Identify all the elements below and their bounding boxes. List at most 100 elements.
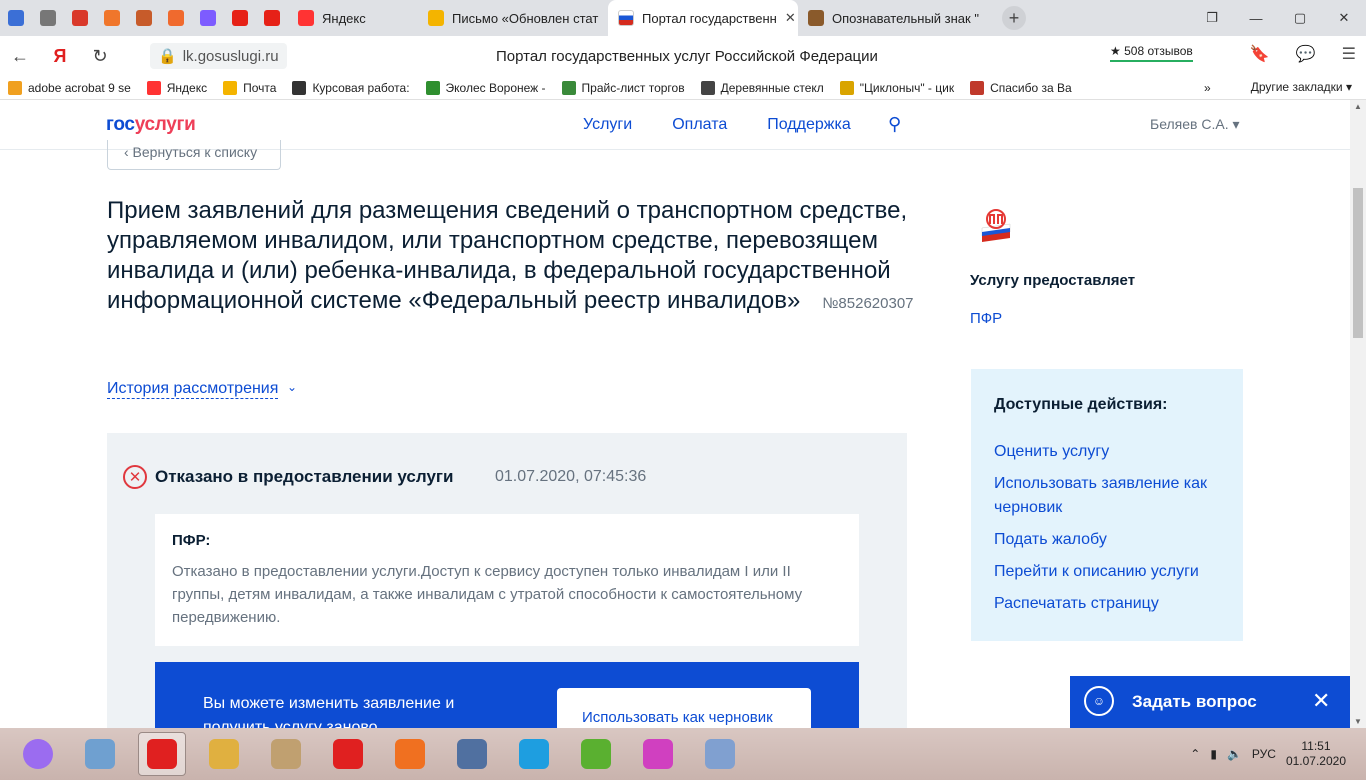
bookmark-item[interactable]: "Циклоныч" - цик: [832, 80, 962, 95]
pinned-tab[interactable]: [192, 0, 224, 36]
close-tab-icon[interactable]: ✕: [785, 10, 796, 26]
nav-payment[interactable]: Оплата: [672, 116, 727, 134]
back-arrow-icon[interactable]: ←: [0, 36, 40, 76]
taskbar-app[interactable]: [386, 732, 434, 776]
chevron-down-icon[interactable]: ⌄: [287, 380, 297, 394]
action-description[interactable]: Перейти к описанию услуги: [994, 560, 1234, 584]
user-menu[interactable]: Беляев С.А. ▾: [1150, 116, 1240, 133]
use-as-draft-button[interactable]: Использовать как черновик: [557, 688, 811, 728]
provider-link[interactable]: ПФР: [970, 310, 1002, 327]
taskbar-app[interactable]: [76, 732, 124, 776]
nav-services[interactable]: Услуги: [583, 116, 632, 134]
minimize-icon[interactable]: —: [1234, 0, 1278, 36]
taskbar-app[interactable]: [138, 732, 186, 776]
maximize-icon[interactable]: ▢: [1278, 0, 1322, 36]
clock-date: 01.07.2020: [1285, 754, 1346, 768]
taskbar-app[interactable]: [200, 732, 248, 776]
scroll-down-icon[interactable]: ▼: [1354, 717, 1362, 726]
pinned-tab[interactable]: [224, 0, 256, 36]
pinned-site-icon: [8, 10, 24, 26]
actions-header: Доступные действия:: [994, 396, 1168, 413]
tab-mail[interactable]: Письмо «Обновлен стат: [418, 0, 608, 36]
bookmark-item[interactable]: Эколес Воронеж -: [418, 80, 554, 95]
scroll-up-icon[interactable]: ▲: [1354, 102, 1362, 111]
bookmark-icon: [561, 80, 576, 95]
history-toggle[interactable]: История рассмотрения: [107, 380, 279, 399]
pinned-tab[interactable]: [32, 0, 64, 36]
search-icon[interactable]: ⚲: [888, 114, 901, 135]
pinned-site-icon: [136, 10, 152, 26]
network-icon[interactable]: ▮: [1210, 747, 1217, 761]
pinned-tab[interactable]: [128, 0, 160, 36]
other-bookmarks[interactable]: Другие закладки ▾: [1251, 80, 1352, 94]
taskbar-app[interactable]: [696, 732, 744, 776]
app-icon: [705, 739, 735, 769]
action-use-as-draft[interactable]: Использовать заявление как черновик: [994, 472, 1234, 520]
nav-support[interactable]: Поддержка: [767, 116, 850, 134]
pinned-site-icon: [40, 10, 56, 26]
pinned-tab[interactable]: [256, 0, 288, 36]
extension-icon[interactable]: 💬: [1296, 44, 1316, 64]
bookmark-item[interactable]: adobe acrobat 9 se: [0, 80, 139, 95]
pinned-site-icon: [264, 10, 280, 26]
app-icon: [581, 739, 611, 769]
new-tab-button[interactable]: +: [1002, 6, 1026, 30]
request-number: №852620307: [822, 295, 914, 312]
yandex-icon: [298, 10, 314, 26]
bookmark-icon: [425, 80, 440, 95]
pinned-tab[interactable]: [0, 0, 32, 36]
app-icon: [333, 739, 363, 769]
clock[interactable]: 11:51 01.07.2020: [1286, 739, 1346, 769]
pinned-tab[interactable]: [64, 0, 96, 36]
bookmark-item[interactable]: Спасибо за Ва: [962, 80, 1080, 95]
action-complain[interactable]: Подать жалобу: [994, 528, 1234, 552]
volume-icon[interactable]: 🔈: [1227, 747, 1242, 761]
app-icon: [271, 739, 301, 769]
taskbar-app[interactable]: [14, 732, 62, 776]
taskbar-app[interactable]: [572, 732, 620, 776]
bookmark-item[interactable]: Яндекс: [139, 80, 215, 95]
taskbar-app[interactable]: [262, 732, 310, 776]
app-icon: [23, 739, 53, 769]
app-icon: [519, 739, 549, 769]
lang-indicator[interactable]: РУС: [1252, 747, 1276, 761]
tab-yandex[interactable]: Яндекс: [288, 0, 418, 36]
taskbar-app[interactable]: [510, 732, 558, 776]
tabs-icon[interactable]: ❐: [1190, 0, 1234, 36]
url-field[interactable]: 🔒 lk.gosuslugi.ru: [150, 43, 287, 69]
tray-up-icon[interactable]: ⌃: [1190, 747, 1200, 761]
ask-question-widget[interactable]: ☺ Задать вопрос ✕: [1070, 676, 1350, 728]
tab-label: Письмо «Обновлен стат: [452, 10, 599, 26]
reviews-badge[interactable]: ★ 508 отзывов: [1110, 44, 1193, 62]
pinned-tab[interactable]: [96, 0, 128, 36]
bookmark-icon: [146, 80, 161, 95]
resubmit-text: Вы можете изменить заявление и получить …: [203, 695, 455, 728]
bookmarks-more[interactable]: »: [1204, 81, 1211, 95]
taskbar-app[interactable]: [324, 732, 372, 776]
gosuslugi-logo[interactable]: госуслуги: [106, 114, 196, 136]
app-icon: [209, 739, 239, 769]
logo-part: услуги: [134, 114, 196, 135]
scrollbar-thumb[interactable]: [1353, 188, 1363, 338]
tab-gosuslugi[interactable]: Портал государственн ✕: [608, 0, 798, 36]
yandex-home-icon[interactable]: Я: [40, 36, 80, 76]
bookmark-item[interactable]: Почта: [215, 80, 284, 95]
bookmark-icon: [292, 80, 307, 95]
tab-sign[interactable]: Опознавательный знак ": [798, 0, 988, 36]
close-icon[interactable]: ✕: [1312, 688, 1330, 714]
taskbar-app[interactable]: [634, 732, 682, 776]
pinned-tab[interactable]: [160, 0, 192, 36]
bookmark-item[interactable]: Деревянные стекл: [693, 80, 832, 95]
bookmark-item[interactable]: Курсовая работа:: [284, 80, 417, 95]
action-print[interactable]: Распечатать страницу: [994, 592, 1234, 616]
taskbar-app[interactable]: [448, 732, 496, 776]
menu-icon[interactable]: ☰: [1342, 44, 1356, 64]
bookmark-item[interactable]: Прайс-лист торгов: [554, 80, 693, 95]
scrollbar[interactable]: ▲ ▼: [1350, 100, 1366, 728]
back-to-list-button[interactable]: ‹ Вернуться к списку: [107, 140, 281, 170]
action-rate[interactable]: Оценить услугу: [994, 440, 1234, 464]
reload-icon[interactable]: ↻: [80, 36, 120, 76]
bookmark-icon[interactable]: 🔖: [1250, 44, 1270, 64]
close-window-icon[interactable]: ✕: [1322, 0, 1366, 36]
pinned-site-icon: [200, 10, 216, 26]
